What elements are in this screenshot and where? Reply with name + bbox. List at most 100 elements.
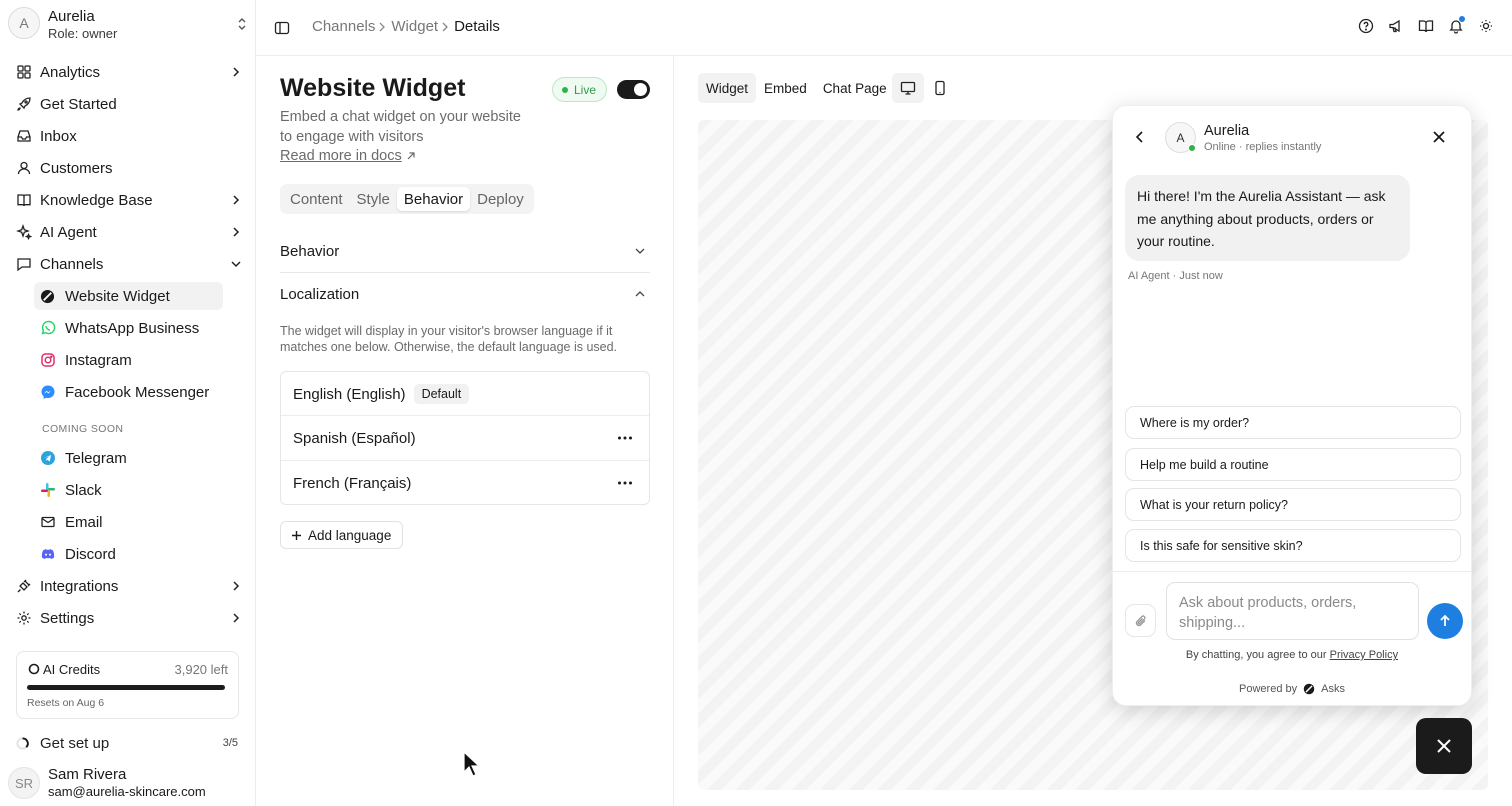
credits-remaining: 3,920 left [174,662,229,677]
read-more-label: Read more in docs [280,148,402,164]
assistant-message: Hi there! I'm the Aurelia Assistant — as… [1125,175,1410,261]
nav-integrations[interactable]: Integrations [8,571,248,601]
sidebar-item-label: Facebook Messenger [65,383,210,401]
close-icon [1435,737,1453,755]
nav-analytics[interactable]: Analytics [8,57,248,87]
sidebar-item-email[interactable]: Email [34,508,223,536]
chat-message-input[interactable]: Ask about products, orders, shipping... [1166,582,1419,640]
sidebar-item-label: Telegram [65,449,127,467]
sidebar-item-label: Email [65,513,103,531]
sidebar-item-label: Discord [65,545,116,563]
more-horizontal-icon[interactable] [617,481,633,485]
tab-deploy[interactable]: Deploy [470,187,531,211]
help-icon[interactable] [1358,18,1374,34]
send-button[interactable] [1427,603,1463,639]
back-arrow-icon[interactable] [1133,130,1147,144]
nav-ai-agent[interactable]: AI Agent [8,217,248,247]
get-set-up-button[interactable]: Get set up 3/5 [16,732,238,754]
chevron-down-icon [224,259,248,269]
external-link-icon [406,151,416,161]
widget-launcher-close-button[interactable] [1416,718,1472,774]
more-horizontal-icon[interactable] [617,436,633,440]
suggestion-chip[interactable]: Where is my order? [1125,406,1461,439]
nav-get-started[interactable]: Get Started [8,89,248,119]
asks-logo-icon [40,289,65,304]
status-dot [562,86,568,93]
breadcrumb-details: Details [454,18,500,35]
ai-credits-card[interactable]: AI Credits 3,920 left Resets on Aug 6 [16,651,239,719]
tab-chat-page[interactable]: Chat Page [815,73,895,103]
privacy-policy-link[interactable]: Privacy Policy [1330,649,1398,661]
breadcrumb-widget[interactable]: Widget [391,18,438,35]
tab-content[interactable]: Content [283,187,350,211]
language-name: French (Français) [293,474,412,492]
close-icon[interactable] [1432,130,1446,144]
nav-knowledge-base[interactable]: Knowledge Base [8,185,248,215]
paperclip-icon[interactable] [1125,604,1156,637]
chat-widget: A Aurelia Online · replies instantly Hi … [1112,105,1472,706]
live-toggle[interactable] [617,80,650,99]
brand-name: Asks [1321,683,1345,695]
tab-embed[interactable]: Embed [756,73,815,103]
sidebar-item-discord[interactable]: Discord [34,540,223,568]
arrow-up-icon [1438,614,1452,628]
preview-tabs: Widget Embed Chat Page [698,73,895,103]
book-open-icon[interactable] [1418,18,1434,34]
nav-label: Channels [40,255,104,273]
sidebar-toggle-icon[interactable] [274,20,290,36]
list-item[interactable]: English (English) Default [281,372,649,416]
workspace-switcher[interactable]: A Aurelia Role: owner [8,6,250,42]
nav-label: Customers [40,159,113,177]
sidebar-item-whatsapp[interactable]: WhatsApp Business [34,314,223,342]
sidebar-item-facebook-messenger[interactable]: Facebook Messenger [34,378,223,406]
breadcrumb-channels[interactable]: Channels [312,18,375,35]
sidebar-item-slack[interactable]: Slack [34,476,223,504]
suggestion-chip[interactable]: What is your return policy? [1125,488,1461,521]
privacy-notice-text: By chatting, you agree to our [1185,649,1330,661]
suggestion-chip[interactable]: Is this safe for sensitive skin? [1125,529,1461,562]
user-menu[interactable]: SR Sam Rivera sam@aurelia-skincare.com [8,766,248,802]
page-description: Embed a chat widget on your website to e… [280,109,521,145]
sidebar-item-telegram[interactable]: Telegram [34,444,223,472]
asks-logo-icon [1303,683,1315,695]
read-more-docs-link[interactable]: Read more in docs [280,148,416,164]
topbar: Channels Widget Details [256,0,1512,56]
tab-style[interactable]: Style [350,187,397,211]
chat-agent-status: Online · replies instantly [1204,141,1322,153]
sidebar-item-website-widget[interactable]: Website Widget [34,282,223,310]
desktop-icon[interactable] [892,73,924,103]
nav-settings[interactable]: Settings [8,603,248,633]
chevron-right-icon [441,21,449,33]
widget-settings-panel: Website Widget Live Embed a chat widget … [256,56,674,806]
sidebar-item-label: Slack [65,481,102,499]
sidebar-item-instagram[interactable]: Instagram [34,346,223,374]
sidebar-item-label: Instagram [65,351,132,369]
list-item[interactable]: Spanish (Español) [281,416,649,460]
localization-accordion-header[interactable]: Localization [280,273,650,315]
mobile-icon[interactable] [924,73,956,103]
nav-channels[interactable]: Channels [8,249,248,279]
bell-icon[interactable] [1448,16,1465,34]
behavior-accordion-header[interactable]: Behavior [280,230,650,272]
nav-label: Settings [40,609,95,627]
get-set-up-label: Get set up [40,734,110,752]
add-language-button[interactable]: Add language [280,521,404,549]
tab-behavior[interactable]: Behavior [396,187,471,211]
megaphone-icon[interactable] [1388,18,1404,34]
sun-icon[interactable] [1478,18,1494,34]
workspace-name: Aurelia [48,8,95,25]
chevron-right-icon [224,194,248,206]
grid-icon [8,64,40,80]
nav-customers[interactable]: Customers [8,153,248,183]
chevron-right-icon [224,66,248,78]
list-item[interactable]: French (Français) [281,461,649,505]
chevron-right-icon [378,21,386,33]
plus-icon [291,530,302,541]
suggestion-chip[interactable]: Help me build a routine [1125,448,1461,481]
book-icon [8,192,40,208]
tab-widget[interactable]: Widget [698,73,757,103]
nav-inbox[interactable]: Inbox [8,121,248,151]
accordion-title: Behavior [280,242,340,260]
telegram-icon [40,450,65,466]
language-name: English (English) [293,385,406,403]
